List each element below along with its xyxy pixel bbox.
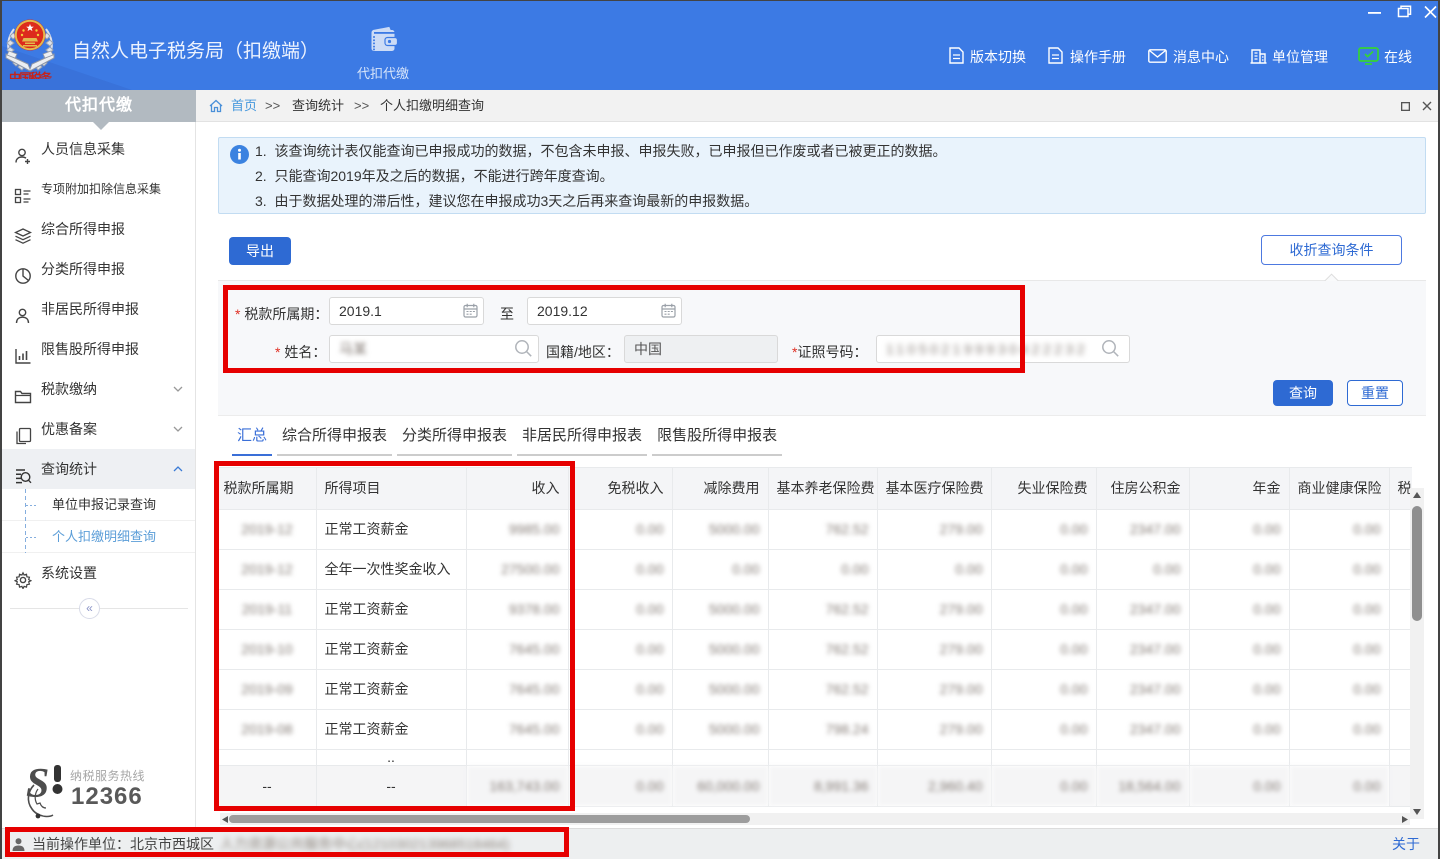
svg-text:中国税务: 中国税务 xyxy=(9,70,53,79)
svg-text:S: S xyxy=(26,763,49,807)
